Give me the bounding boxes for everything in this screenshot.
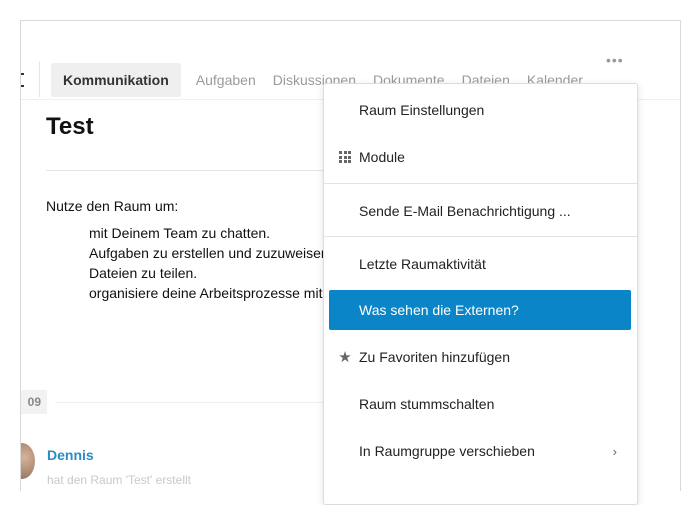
date-divider bbox=[55, 402, 355, 403]
avatar[interactable] bbox=[21, 443, 35, 479]
menu-item-move-to-group[interactable]: In Raumgruppe verschieben › bbox=[324, 431, 637, 471]
menu-divider bbox=[324, 236, 637, 237]
date-chip: 09 bbox=[21, 390, 47, 414]
list-item: organisiere deine Arbeitsprozesse mit bbox=[89, 283, 344, 303]
chevron-right-icon: › bbox=[612, 443, 617, 459]
room-feature-list: mit Deinem Team zu chatten. Aufgaben zu … bbox=[89, 223, 344, 303]
tab-aufgaben[interactable]: Aufgaben bbox=[196, 72, 256, 88]
menu-icon-partial[interactable] bbox=[21, 69, 24, 91]
menu-item-label: Module bbox=[359, 149, 405, 165]
menu-item-label: Raum stummschalten bbox=[359, 396, 495, 412]
room-intro: Nutze den Raum um: bbox=[46, 198, 179, 214]
menu-item-label: Sende E-Mail Benachrichtigung ... bbox=[359, 203, 571, 219]
menu-item-label: Letzte Raumaktivität bbox=[359, 256, 486, 272]
tab-kommunikation[interactable]: Kommunikation bbox=[51, 62, 181, 97]
menu-item-label: Raum Einstellungen bbox=[359, 102, 485, 118]
grid-icon bbox=[338, 150, 352, 164]
menu-item-label: In Raumgruppe verschieben bbox=[359, 443, 535, 459]
menu-item-room-settings[interactable]: Raum Einstellungen bbox=[324, 90, 637, 130]
activity-text: hat den Raum 'Test' erstellt bbox=[47, 473, 191, 487]
title-divider bbox=[46, 170, 356, 171]
list-item: mit Deinem Team zu chatten. bbox=[89, 223, 344, 243]
header-divider bbox=[39, 61, 40, 97]
menu-item-external-view[interactable]: Was sehen die Externen? bbox=[329, 290, 631, 330]
menu-divider bbox=[324, 183, 637, 184]
author-link[interactable]: Dennis bbox=[47, 447, 94, 463]
more-options-icon[interactable]: ••• bbox=[606, 52, 624, 68]
list-item: Aufgaben zu erstellen und zuzuweisen. bbox=[89, 243, 344, 263]
room-options-menu: Raum Einstellungen Module Sende E-Mail B… bbox=[323, 83, 638, 505]
menu-item-mute-room[interactable]: Raum stummschalten bbox=[324, 384, 637, 424]
menu-item-send-email[interactable]: Sende E-Mail Benachrichtigung ... bbox=[324, 191, 637, 231]
menu-item-modules[interactable]: Module bbox=[324, 137, 637, 177]
menu-item-label: Zu Favoriten hinzufügen bbox=[359, 349, 510, 365]
room-title: Test bbox=[46, 113, 94, 140]
menu-item-label: Was sehen die Externen? bbox=[359, 302, 519, 318]
list-item: Dateien zu teilen. bbox=[89, 263, 344, 283]
menu-item-add-favorite[interactable]: ★ Zu Favoriten hinzufügen bbox=[324, 337, 637, 377]
menu-item-recent-activity[interactable]: Letzte Raumaktivität bbox=[324, 244, 637, 284]
star-icon: ★ bbox=[338, 349, 352, 366]
